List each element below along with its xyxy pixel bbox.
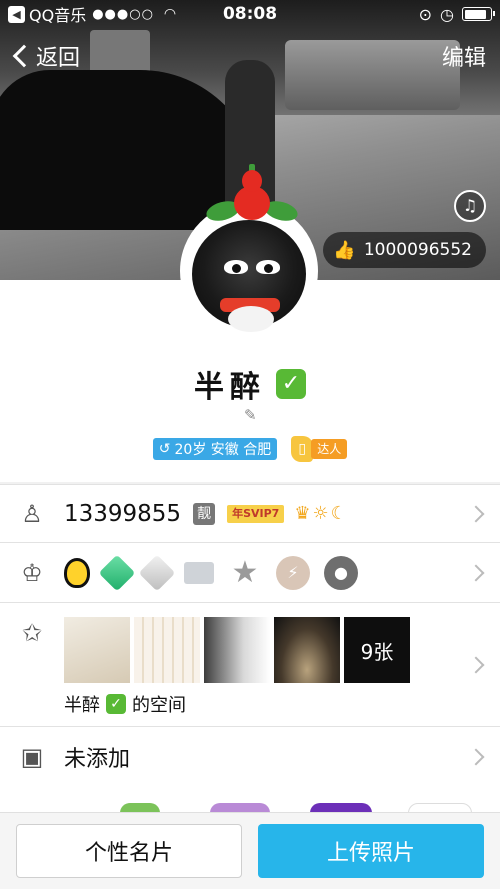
qzone-photo-1[interactable]	[64, 617, 130, 683]
rotation-lock-icon: ⊙	[418, 4, 433, 24]
like-count: 1000096552	[363, 240, 472, 260]
tag-daren[interactable]: ▯ 达人	[291, 436, 348, 462]
lightning-badge-icon: ⚡	[276, 555, 310, 590]
qzone-star-icon: ✩	[21, 619, 43, 647]
qzone-photo-4[interactable]	[274, 617, 340, 683]
verified-check-icon: ✓	[106, 694, 126, 714]
qzone-photo-3[interactable]	[204, 617, 270, 683]
qq-number: 13399855	[64, 500, 182, 527]
verified-check-icon: ✓	[276, 369, 306, 399]
gender-icon: ↺	[158, 441, 171, 457]
business-card-value: 未添加	[64, 746, 131, 772]
profile-tags: ↺ 20岁 安徽 合肥 ▯ 达人	[0, 436, 500, 462]
profile-name: 半醉	[194, 370, 266, 405]
crown-icon: ♔	[21, 558, 43, 587]
qzone-thumbnails: 9张	[64, 617, 410, 683]
tag-info-text: 20岁 安徽 合肥	[174, 442, 272, 458]
qq-number-row[interactable]: ♙ 13399855 靓 年SVIP7 ♛☼☾	[0, 484, 500, 542]
status-right: ⊙ ◷	[418, 4, 495, 24]
green-gem-badge-icon	[98, 554, 136, 591]
svip-badge: 年SVIP7	[227, 504, 285, 523]
chevron-right-icon	[467, 748, 485, 765]
personal-card-button[interactable]: 个性名片	[16, 824, 242, 878]
chevron-right-icon	[467, 564, 485, 581]
bottom-action-bar: 个性名片 上传照片	[0, 812, 500, 889]
avatar-body	[228, 306, 274, 332]
book-badge-icon	[184, 561, 214, 584]
back-to-app-icon: ◀	[8, 5, 25, 23]
qzone-row[interactable]: ✩ 9张 半醉 ✓ 的空间	[0, 602, 500, 726]
pencil-icon[interactable]: ✎	[244, 406, 260, 424]
back-to-app[interactable]: ◀ QQ音乐	[8, 2, 86, 26]
wifi-icon: ◠	[163, 6, 177, 22]
nav-bar: 返回 编辑	[0, 36, 500, 76]
alarm-icon: ◷	[440, 4, 454, 24]
battery-icon	[462, 7, 495, 21]
star-badge-icon: ★	[231, 555, 259, 590]
qzone-photo-count[interactable]: 9张	[344, 617, 410, 683]
phone-wing-icon: ▯	[291, 436, 314, 462]
back-app-name: QQ音乐	[29, 6, 87, 25]
avatar-eye-left	[224, 260, 248, 274]
tag-age-location[interactable]: ↺ 20岁 安徽 合肥	[152, 438, 278, 460]
chevron-right-icon	[467, 656, 485, 674]
tag-daren-label: 达人	[311, 439, 348, 459]
thumbs-up-icon: 👍	[333, 239, 356, 261]
chevron-left-icon	[12, 44, 36, 68]
edit-button[interactable]: 编辑	[442, 40, 486, 72]
qzone-photo-2[interactable]	[134, 617, 200, 683]
photo-count: 9张	[360, 639, 394, 664]
bird-badge-icon: ●	[324, 555, 358, 590]
qq-penguin-icon: ♙	[21, 499, 43, 528]
qzone-title: 半醉 ✓ 的空间	[64, 691, 186, 717]
gourd-top	[242, 170, 262, 192]
next-row-peek	[0, 785, 500, 813]
status-bar: ◀ QQ音乐 ●●●○○ ◠ 08:08 ⊙ ◷	[0, 0, 500, 28]
info-list: ♙ 13399855 靓 年SVIP7 ♛☼☾ ♔ ★ ⚡ ● ✩ 9张 半醉 …	[0, 484, 500, 786]
liang-badge: 靓	[193, 502, 216, 525]
signal-icon: ●●●○○	[92, 6, 154, 22]
upload-photo-button[interactable]: 上传照片	[258, 824, 484, 878]
avatar-eye-right	[256, 260, 280, 274]
badges-row[interactable]: ♔ ★ ⚡ ●	[0, 542, 500, 602]
back-label: 返回	[36, 46, 81, 71]
qzone-suffix: 的空间	[132, 695, 186, 716]
qzone-owner-name: 半醉	[64, 695, 100, 716]
like-button[interactable]: 👍 1000096552	[323, 232, 486, 268]
music-note-icon[interactable]: ♫	[454, 190, 486, 222]
contact-card-icon: ▣	[20, 742, 44, 771]
gourd-pendant-icon	[204, 164, 300, 230]
profile-name-row: 半醉 ✓	[0, 362, 500, 406]
back-button[interactable]: 返回	[10, 40, 80, 72]
qq-level-icons: ♛☼☾	[294, 503, 349, 524]
chevron-right-icon	[467, 505, 485, 522]
silver-gem-badge-icon	[138, 554, 176, 591]
qq-penguin-badge-icon	[64, 557, 90, 588]
business-card-row[interactable]: ▣ 未添加	[0, 726, 500, 786]
